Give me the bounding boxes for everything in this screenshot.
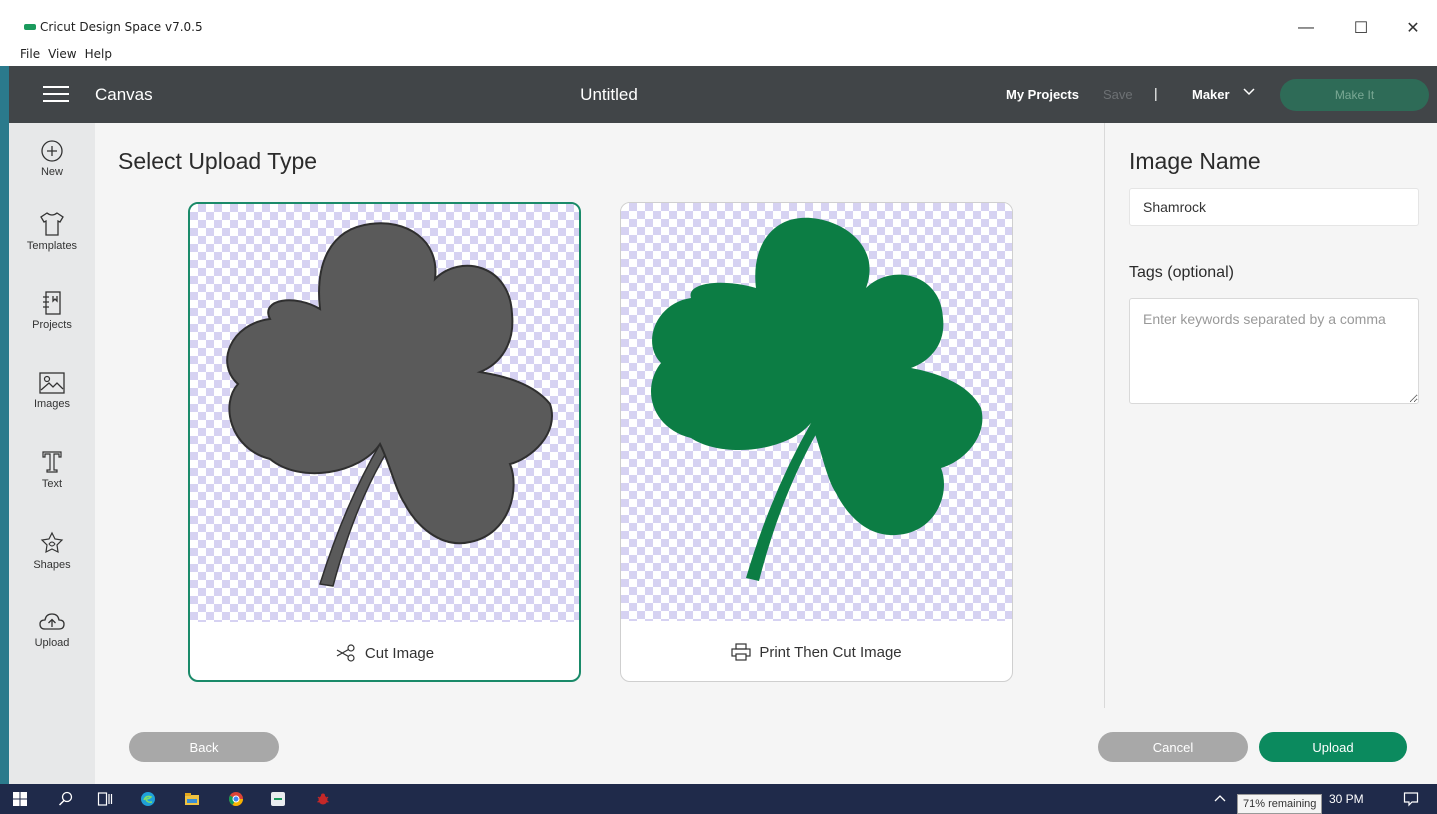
sidebar-item-label: Text (41, 478, 63, 490)
menu-file[interactable]: File (20, 47, 40, 65)
save-link[interactable]: Save (1103, 87, 1133, 102)
search-icon[interactable] (58, 791, 74, 807)
shapes-icon (40, 531, 64, 554)
print-then-cut-option[interactable]: Print Then Cut Image (620, 202, 1013, 682)
chevron-up-icon[interactable] (1212, 791, 1228, 807)
scissors-icon (336, 644, 355, 662)
sidebar-item-label: Templates (26, 240, 78, 252)
sidebar-item-shapes[interactable]: Shapes (9, 530, 95, 571)
machine-selector[interactable]: Maker (1192, 87, 1230, 102)
menu-help[interactable]: Help (85, 47, 112, 65)
footer-bar: Back Cancel Upload (95, 708, 1437, 784)
tags-label: Tags (optional) (1129, 264, 1234, 281)
print-then-cut-preview (621, 203, 1012, 621)
menu-view[interactable]: View (48, 47, 76, 65)
cut-image-label-row[interactable]: Cut Image (190, 622, 579, 680)
sidebar-item-label: Images (33, 398, 71, 410)
sidebar-item-new[interactable]: New (9, 139, 95, 178)
sidebar-item-label: Upload (34, 637, 70, 649)
sidebar-item-templates[interactable]: Templates (9, 211, 95, 252)
header-separator: | (1154, 85, 1158, 101)
print-then-cut-label-row[interactable]: Print Then Cut Image (621, 621, 1012, 681)
cut-image-label: Cut Image (364, 644, 435, 662)
hamburger-menu-icon[interactable] (43, 86, 69, 104)
chevron-down-icon[interactable] (1242, 84, 1256, 101)
cut-image-option[interactable]: Cut Image (188, 202, 581, 682)
window-titlebar: Cricut Design Space v7.0.5 — ☐ ✕ (0, 0, 1437, 45)
left-sidebar: New Templates Projects Images Text Shape… (9, 123, 95, 784)
upload-type-panel: Select Upload Type Cut Image Print Then … (95, 123, 1104, 708)
sidebar-item-label: Projects (32, 319, 72, 331)
sidebar-item-upload[interactable]: Upload (9, 610, 95, 649)
minimize-button[interactable]: — (1283, 14, 1329, 42)
file-explorer-icon[interactable] (184, 791, 200, 807)
close-button[interactable]: ✕ (1390, 14, 1436, 42)
windows-taskbar: 71% remaining 30 PM (0, 784, 1437, 814)
sidebar-item-text[interactable]: Text (9, 449, 95, 490)
projects-icon (43, 291, 61, 315)
app-bug-icon[interactable] (315, 791, 331, 807)
chrome-browser-icon[interactable] (228, 791, 244, 807)
image-icon (39, 372, 65, 394)
notifications-icon[interactable] (1403, 791, 1419, 807)
section-title: Canvas (95, 85, 153, 104)
cut-image-preview (190, 204, 579, 622)
sidebar-item-images[interactable]: Images (9, 371, 95, 410)
project-title[interactable]: Untitled (509, 85, 709, 105)
page-title: Select Upload Type (118, 148, 318, 174)
tags-input[interactable] (1129, 298, 1419, 404)
maximize-button[interactable]: ☐ (1338, 14, 1384, 42)
print-then-cut-label: Print Then Cut Image (759, 643, 902, 661)
cricut-taskbar-icon[interactable] (270, 791, 286, 807)
upload-button[interactable]: Upload (1259, 732, 1407, 762)
image-details-panel: Image Name Tags (optional) (1104, 123, 1437, 708)
app-window: Cricut Design Space v7.0.5 — ☐ ✕ File Vi… (0, 0, 1437, 814)
cancel-button[interactable]: Cancel (1098, 732, 1248, 762)
app-header: Canvas Untitled My Projects Save | Maker… (9, 66, 1437, 123)
windows-start-icon[interactable] (12, 791, 28, 807)
window-accent-strip (0, 66, 9, 784)
text-icon (42, 451, 62, 473)
window-title: Cricut Design Space v7.0.5 (40, 20, 203, 34)
menu-bar: File View Help (20, 47, 112, 65)
make-it-button[interactable]: Make It (1280, 79, 1429, 111)
my-projects-link[interactable]: My Projects (1006, 87, 1079, 102)
back-button[interactable]: Back (129, 732, 279, 762)
cloud-upload-icon (39, 613, 65, 630)
plus-circle-icon (41, 140, 63, 162)
cricut-logo-icon (24, 24, 36, 30)
clock-time[interactable]: 30 PM (1329, 792, 1364, 806)
sidebar-item-label: Shapes (33, 559, 71, 571)
image-name-heading: Image Name (1129, 148, 1261, 174)
sidebar-item-projects[interactable]: Projects (9, 290, 95, 331)
image-name-input[interactable] (1129, 188, 1419, 226)
sidebar-item-label: New (40, 166, 63, 178)
battery-tooltip: 71% remaining (1237, 794, 1323, 814)
task-view-icon[interactable] (97, 791, 113, 807)
tshirt-icon (40, 212, 64, 236)
printer-icon (731, 643, 751, 661)
edge-browser-icon[interactable] (140, 791, 156, 807)
